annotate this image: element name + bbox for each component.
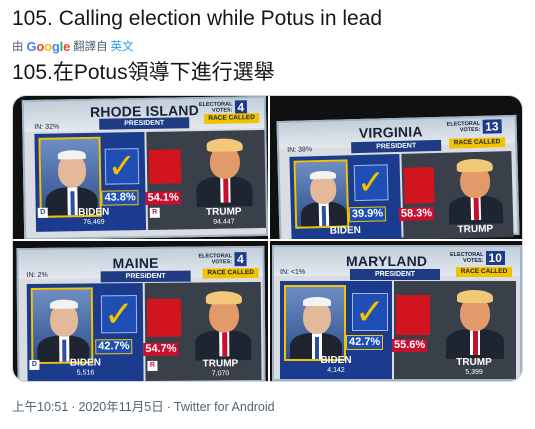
trump-votes: 7,070 [211,370,230,378]
biden-votes: 4,142 [327,367,345,374]
trump-percent: 55.6% [392,339,428,352]
trump-percent: 58.3% [398,207,435,221]
biden-percent: 39.9% [348,206,387,223]
tweet-text: 105. Calling election while Potus in lea… [12,7,383,30]
trump-photo [189,284,258,361]
race-called-badge: RACE CALLED [448,137,506,149]
biden-percent: 42.7% [95,339,133,355]
tweet-date[interactable]: 2020年11月5日 [78,400,163,414]
state-name: VIRGINIA [358,123,423,142]
photo-rhode-island[interactable]: RHODE ISLAND ELECTORAL VOTES: 4 IN: 32% P… [13,96,268,239]
party-r-tag: R [147,360,158,371]
tv-screen: RHODE ISLAND ELECTORAL VOTES: 4 IN: 32% P… [21,96,268,239]
state-name: MARYLAND [346,253,428,269]
photo-virginia[interactable]: VIRGINIA ELECTORAL VOTES: 13 IN: 38% PRES… [270,96,522,239]
biden-votes: 76,469 [83,218,105,227]
tweet-source[interactable]: Twitter for Android [174,400,275,414]
state-name: MAINE [112,254,159,272]
biden-name: BIDEN [78,206,110,219]
called-check-icon: ✓ [100,293,138,334]
google-logo[interactable]: Google [27,39,71,54]
trump-votes: 5,399 [465,369,483,376]
electoral-votes: 4 [233,252,247,267]
tv-screen: MAINE ELECTORAL VOTES: 4 IN: 2% PRESIDENT… [16,245,266,381]
party-r-tag: R [149,207,160,218]
trump-bar [403,167,435,204]
trump-name: TRUMP [457,223,494,236]
reporting-percent: IN: <1% [280,269,306,276]
photo-maryland[interactable]: MARYLAND ELECTORAL VOTES: 10 IN: <1% PRES… [270,241,522,381]
biden-photo [38,136,102,218]
photo-maine[interactable]: MAINE ELECTORAL VOTES: 4 IN: 2% PRESIDENT… [13,241,268,381]
race-called-badge: RACE CALLED [204,113,260,124]
translate-suffix: 翻譯自 [73,41,108,53]
trump-name: TRUMP [205,206,242,218]
tv-screen: MARYLAND ELECTORAL VOTES: 10 IN: <1% PRES… [272,245,522,381]
trump-photo [189,132,258,208]
trump-bar [396,295,430,335]
trump-bar [146,298,182,337]
reporting-percent: IN: 38% [287,146,313,154]
biden-percent: 42.7% [346,335,384,350]
trump-percent: 54.1% [145,191,181,205]
biden-percent: 43.8% [101,190,139,206]
trump-bar [148,149,182,184]
electoral-votes-box: ELECTORAL VOTES: 4 [198,252,247,267]
trump-photo [440,283,510,359]
translate-row: 由 Google 翻譯自 英文 [12,38,134,54]
tv-screen: VIRGINIA ELECTORAL VOTES: 13 IN: 38% PRES… [276,114,520,239]
president-label: PRESIDENT [351,139,442,154]
biden-name: BIDEN [69,357,102,369]
biden-photo [284,285,346,361]
biden-photo [293,159,350,229]
called-check-icon: ✓ [104,147,140,186]
party-d-tag: D [29,359,40,370]
tweet-metadata: 上午10:51 · 2020年11月5日 · Twitter for Android [12,400,275,414]
race-called-badge: RACE CALLED [202,267,259,279]
translate-prefix: 由 [12,41,24,53]
trump-votes: 94,447 [213,218,235,226]
called-check-icon: ✓ [352,291,388,332]
biden-name: BIDEN [329,224,362,237]
biden-votes: 5,516 [76,369,95,377]
translated-tweet-text: 105.在Potus領導下進行選舉 [12,61,275,84]
president-label: PRESIDENT [100,270,191,283]
reporting-percent: IN: 32% [34,123,60,131]
media-grid: RHODE ISLAND ELECTORAL VOTES: 4 IN: 32% P… [12,95,523,382]
electoral-votes: 13 [482,119,502,134]
president-label: PRESIDENT [99,117,190,130]
reporting-percent: IN: 2% [26,271,48,279]
president-label: PRESIDENT [350,269,440,280]
party-d-tag: D [37,207,48,218]
trump-name: TRUMP [202,358,239,370]
called-check-icon: ✓ [353,163,389,202]
trump-percent: 54.7% [143,342,179,356]
electoral-votes-box: ELECTORAL VOTES: 13 [447,119,502,134]
electoral-votes-box: ELECTORAL VOTES: 10 [450,251,505,265]
tweet-time[interactable]: 上午10:51 [12,400,68,414]
biden-name: BIDEN [320,355,352,366]
electoral-votes: 10 [485,251,505,265]
trump-photo [441,153,509,225]
trump-name: TRUMP [456,357,492,368]
biden-photo [30,287,94,364]
translate-language-link[interactable]: 英文 [111,38,134,54]
race-called-badge: RACE CALLED [456,267,512,277]
